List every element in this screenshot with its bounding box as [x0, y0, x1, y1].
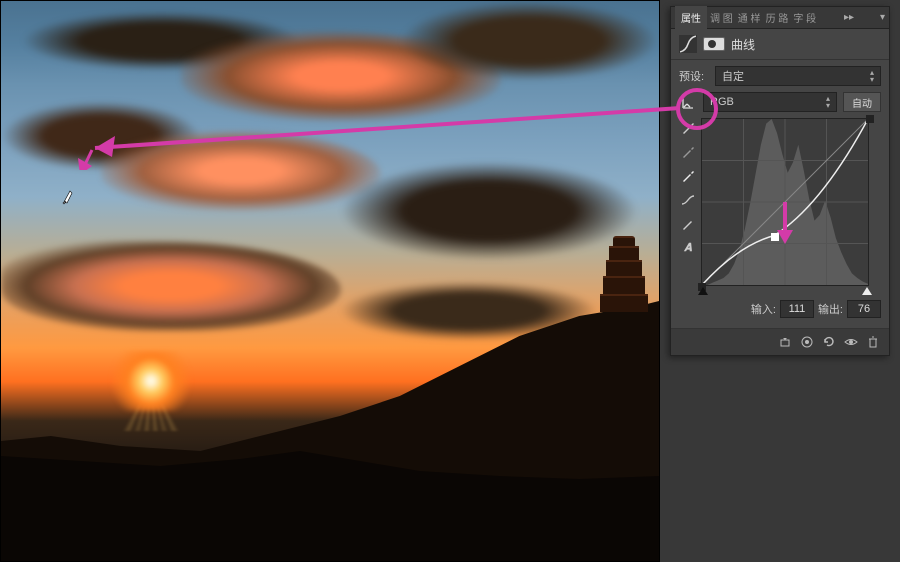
pencil-curve-icon[interactable]	[680, 216, 696, 232]
select-arrows-icon: ▴▾	[870, 69, 874, 83]
sampler-cursor-icon	[61, 187, 79, 205]
preset-select[interactable]: 自定 ▴▾	[715, 66, 881, 86]
channel-select[interactable]: RGB ▴▾	[703, 92, 837, 112]
sunset-photo	[1, 1, 659, 561]
panel-tab-bar: 属性 调 图 通 样 历 路 字 段 ▸▸ ▾	[671, 7, 889, 29]
on-image-sampler-tool[interactable]	[679, 94, 697, 110]
reset-icon[interactable]	[819, 333, 839, 351]
eyedropper-black-icon[interactable]	[680, 120, 696, 136]
input-label: 输入:	[751, 301, 776, 317]
preset-value: 自定	[722, 68, 744, 84]
curve-smooth-icon[interactable]	[680, 192, 696, 208]
curves-adjustment-icon	[679, 35, 697, 53]
trash-icon[interactable]	[863, 333, 883, 351]
visibility-icon[interactable]	[841, 333, 861, 351]
panel-title: 曲线	[731, 36, 755, 53]
output-field[interactable]: 76	[847, 300, 881, 318]
curve-control-point[interactable]	[771, 233, 779, 241]
tab-properties[interactable]: 属性	[675, 6, 707, 29]
view-previous-icon[interactable]	[797, 333, 817, 351]
select-arrows-icon: ▴▾	[826, 95, 830, 109]
document-canvas[interactable]	[0, 0, 660, 562]
properties-panel: 属性 调 图 通 样 历 路 字 段 ▸▸ ▾ 曲线 预设: 自定 ▴▾ RGB	[670, 6, 890, 356]
curve-control-point[interactable]	[866, 115, 874, 123]
tab-adjustments[interactable]: 调 图	[708, 10, 735, 25]
clip-to-layer-icon[interactable]	[775, 333, 795, 351]
tab-channels[interactable]: 通 样	[736, 10, 763, 25]
layer-mask-icon[interactable]	[703, 37, 725, 51]
white-point-slider[interactable]	[862, 287, 872, 295]
pagoda-silhouette	[599, 236, 649, 356]
curves-graph[interactable]	[701, 118, 869, 286]
input-field[interactable]: 111	[780, 300, 814, 318]
panel-expand-icon[interactable]: ▸▸	[844, 12, 854, 23]
curve-line	[702, 119, 868, 285]
preset-label: 预设:	[679, 68, 709, 84]
panel-menu-icon[interactable]: ▾	[880, 12, 885, 23]
text-annotation-icon[interactable]: 𝐀	[680, 240, 696, 256]
eyedropper-white-icon[interactable]	[680, 168, 696, 184]
black-point-slider[interactable]	[698, 287, 708, 295]
tab-history[interactable]: 历 路	[764, 10, 791, 25]
eyedropper-gray-icon[interactable]	[680, 144, 696, 160]
auto-button[interactable]: 自动	[843, 92, 881, 112]
tab-character[interactable]: 字 段	[791, 10, 818, 25]
output-label: 输出:	[818, 301, 843, 317]
channel-value: RGB	[710, 96, 734, 108]
